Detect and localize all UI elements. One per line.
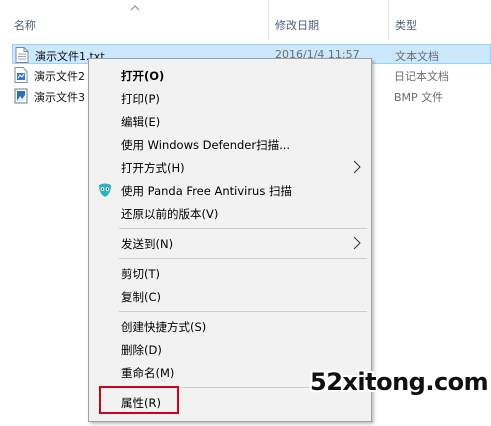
menu-item-edit[interactable]: 编辑(E) bbox=[91, 110, 369, 132]
annotation-highlight-box bbox=[99, 386, 179, 414]
journal-file-icon bbox=[14, 67, 28, 83]
file-type: BMP 文件 bbox=[394, 91, 444, 104]
menu-item-label: 发送到(N) bbox=[121, 237, 174, 251]
file-type: 文本文档 bbox=[395, 50, 439, 63]
menu-item-label: 重命名(M) bbox=[121, 366, 175, 380]
menu-separator bbox=[119, 258, 367, 259]
column-date-label: 修改日期 bbox=[275, 19, 319, 32]
column-header: 名称 修改日期 类型 bbox=[0, 0, 491, 40]
file-explorer: 名称 修改日期 类型 演示文件1.txt 2016/1/4 11:57 文本文档… bbox=[0, 0, 491, 426]
menu-item-label: 打开(O) bbox=[121, 69, 165, 83]
menu-item-label: 复制(C) bbox=[121, 290, 162, 304]
sort-ascending-icon bbox=[130, 5, 140, 11]
menu-item-create-shortcut[interactable]: 创建快捷方式(S) bbox=[91, 315, 369, 337]
menu-item-cut[interactable]: 剪切(T) bbox=[91, 262, 369, 284]
watermark-text: 52xitong.com bbox=[310, 368, 489, 396]
column-name-label: 名称 bbox=[14, 19, 36, 32]
file-type: 日记本文档 bbox=[394, 70, 449, 83]
chevron-right-icon bbox=[353, 160, 361, 174]
panda-antivirus-icon bbox=[99, 183, 111, 197]
menu-item-label: 剪切(T) bbox=[121, 267, 160, 281]
text-file-icon bbox=[15, 47, 29, 63]
menu-item-label: 使用 Windows Defender扫描... bbox=[121, 138, 291, 152]
column-type-header[interactable]: 类型 bbox=[388, 0, 491, 40]
menu-separator bbox=[119, 228, 367, 229]
menu-separator bbox=[119, 311, 367, 312]
menu-item-delete[interactable]: 删除(D) bbox=[91, 338, 369, 360]
menu-item-label: 创建快捷方式(S) bbox=[121, 320, 207, 334]
menu-item-label: 使用 Panda Free Antivirus 扫描 bbox=[121, 184, 292, 198]
menu-item-print[interactable]: 打印(P) bbox=[91, 87, 369, 109]
bmp-file-icon bbox=[14, 88, 28, 104]
file-name: 演示文件2 bbox=[34, 70, 85, 83]
menu-item-label: 还原以前的版本(V) bbox=[121, 207, 219, 221]
menu-item-label: 删除(D) bbox=[121, 343, 162, 357]
menu-item-label: 打印(P) bbox=[121, 92, 160, 106]
menu-item-defender-scan[interactable]: 使用 Windows Defender扫描... bbox=[91, 133, 369, 155]
menu-item-restore-versions[interactable]: 还原以前的版本(V) bbox=[91, 202, 369, 224]
menu-item-open[interactable]: 打开(O) bbox=[91, 64, 369, 86]
menu-item-copy[interactable]: 复制(C) bbox=[91, 285, 369, 307]
file-name: 演示文件3 bbox=[34, 91, 85, 104]
column-type-label: 类型 bbox=[395, 19, 417, 32]
menu-item-open-with[interactable]: 打开方式(H) bbox=[91, 156, 369, 178]
column-date-header[interactable]: 修改日期 bbox=[268, 0, 389, 40]
chevron-right-icon bbox=[353, 236, 361, 250]
column-name-header[interactable]: 名称 bbox=[0, 0, 268, 40]
menu-item-panda-scan[interactable]: 使用 Panda Free Antivirus 扫描 bbox=[91, 179, 369, 201]
menu-item-label: 编辑(E) bbox=[121, 115, 161, 129]
menu-item-send-to[interactable]: 发送到(N) bbox=[91, 232, 369, 254]
menu-item-label: 打开方式(H) bbox=[121, 161, 185, 175]
